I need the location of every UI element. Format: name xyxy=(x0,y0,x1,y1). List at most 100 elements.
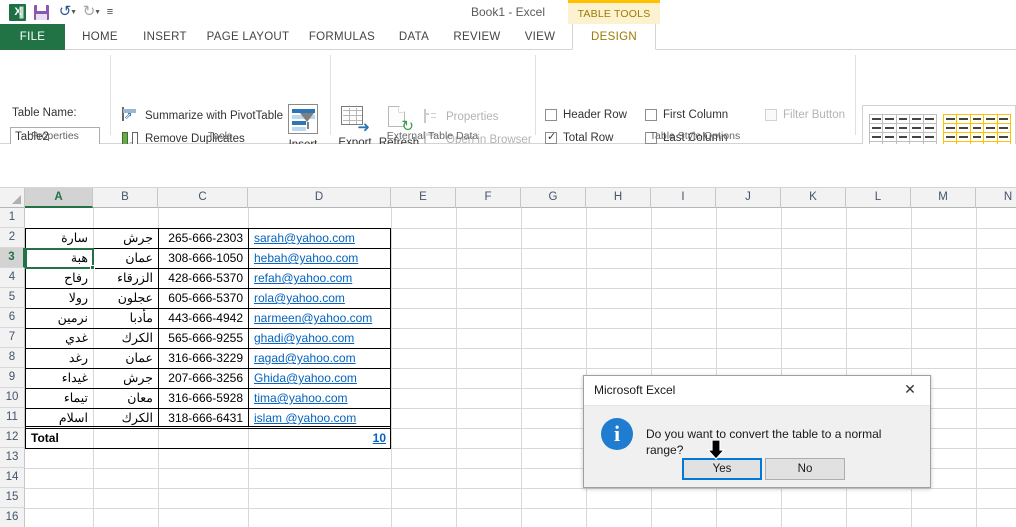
row-header-14[interactable]: 14 xyxy=(0,468,25,488)
checkbox-first-column[interactable]: First Column xyxy=(645,106,728,124)
cell-a7[interactable]: غدي xyxy=(26,329,92,349)
row-header-15[interactable]: 15 xyxy=(0,488,25,508)
formula-bar-area: ⋮ ✕ ✓ fx xyxy=(0,144,1016,317)
group-separator-1 xyxy=(110,55,111,135)
cell-d10[interactable]: tima@yahoo.com xyxy=(250,389,390,409)
column-header-e[interactable]: E xyxy=(391,188,456,208)
cell-b8[interactable]: عمان xyxy=(95,349,157,369)
fill-handle[interactable] xyxy=(90,265,95,270)
cell-c3[interactable]: 308-666-1050 xyxy=(159,249,247,269)
row-header-9[interactable]: 9 xyxy=(0,368,25,388)
cell-b5[interactable]: عجلون xyxy=(95,289,157,309)
column-header-c[interactable]: C xyxy=(158,188,248,208)
cell-c5[interactable]: 605-666-5370 xyxy=(159,289,247,309)
cell-b2[interactable]: جرش xyxy=(95,229,157,249)
cell-d4[interactable]: refah@yahoo.com xyxy=(250,269,390,289)
cell-b9[interactable]: جرش xyxy=(95,369,157,389)
cell-a6[interactable]: نرمين xyxy=(26,309,92,329)
row-header-10[interactable]: 10 xyxy=(0,388,25,408)
cell-b10[interactable]: معان xyxy=(95,389,157,409)
cell-c4[interactable]: 428-666-5370 xyxy=(159,269,247,289)
undo-icon[interactable]: ↺ ▼ xyxy=(54,1,77,23)
cell-b3[interactable]: عمان xyxy=(95,249,157,269)
redo-icon[interactable]: ↻ ▼ xyxy=(78,1,101,23)
cell-a8[interactable]: رغد xyxy=(26,349,92,369)
cell-c8[interactable]: 316-666-3229 xyxy=(159,349,247,369)
tab-file[interactable]: FILE xyxy=(0,24,65,50)
no-button[interactable]: No xyxy=(765,458,845,480)
row-header-4[interactable]: 4 xyxy=(0,268,25,288)
cell-b6[interactable]: مأدبا xyxy=(95,309,157,329)
row-header-3[interactable]: 3 xyxy=(0,248,25,268)
properties-icon xyxy=(424,108,440,125)
tab-page-layout[interactable]: PAGE LAYOUT xyxy=(198,24,298,50)
total-row-label-cell[interactable]: Total xyxy=(27,429,93,449)
cell-d3[interactable]: hebah@yahoo.com xyxy=(250,249,390,269)
row-header-8[interactable]: 8 xyxy=(0,348,25,368)
customize-qat-icon[interactable]: ≡ xyxy=(102,1,118,23)
tab-view[interactable]: VIEW xyxy=(516,24,564,50)
cell-c9[interactable]: 207-666-3256 xyxy=(159,369,247,389)
save-icon[interactable] xyxy=(30,1,52,23)
cell-c2[interactable]: 265-666-2303 xyxy=(159,229,247,249)
tab-home[interactable]: HOME xyxy=(72,24,128,50)
cell-a11[interactable]: اسلام xyxy=(26,409,92,429)
cell-d6[interactable]: narmeen@yahoo.com xyxy=(250,309,392,329)
cell-d8[interactable]: ragad@yahoo.com xyxy=(250,349,390,369)
column-header-j[interactable]: J xyxy=(716,188,781,208)
tab-design[interactable]: DESIGN xyxy=(572,24,656,50)
column-header-i[interactable]: I xyxy=(651,188,716,208)
cell-a3[interactable]: هبة xyxy=(26,249,92,269)
tab-review[interactable]: REVIEW xyxy=(446,24,508,50)
row-header-16[interactable]: 16 xyxy=(0,508,25,527)
row-header-6[interactable]: 6 xyxy=(0,308,25,328)
cell-a5[interactable]: رولا xyxy=(26,289,92,309)
summarize-with-pivottable-button[interactable]: Summarize with PivotTable xyxy=(122,105,283,127)
row-header-7[interactable]: 7 xyxy=(0,328,25,348)
column-header-b[interactable]: B xyxy=(93,188,158,208)
group-label-properties: Properties xyxy=(31,130,79,142)
cell-a9[interactable]: غيداء xyxy=(26,369,92,389)
cell-d7[interactable]: ghadi@yahoo.com xyxy=(250,329,390,349)
row-header-5[interactable]: 5 xyxy=(0,288,25,308)
row-header-11[interactable]: 11 xyxy=(0,408,25,428)
cell-b11[interactable]: الكرك xyxy=(95,409,157,429)
row-header-2[interactable]: 2 xyxy=(0,228,25,248)
group-separator-2 xyxy=(330,55,331,135)
cell-a4[interactable]: رفاح xyxy=(26,269,92,289)
cell-a10[interactable]: تيماء xyxy=(26,389,92,409)
row-header-13[interactable]: 13 xyxy=(0,448,25,468)
cell-a2[interactable]: سارة xyxy=(26,229,92,249)
cell-c10[interactable]: 316-666-5928 xyxy=(159,389,247,409)
yes-button[interactable]: Yes xyxy=(682,458,762,480)
column-header-f[interactable]: F xyxy=(456,188,521,208)
total-row-value-cell[interactable]: 10 xyxy=(250,429,389,449)
close-icon[interactable]: ✕ xyxy=(890,376,930,405)
tab-formulas[interactable]: FORMULAS xyxy=(303,24,381,50)
column-header-m[interactable]: M xyxy=(911,188,976,208)
cell-b4[interactable]: الزرقاء xyxy=(95,269,157,289)
checkbox-header-row[interactable]: Header Row xyxy=(545,106,627,124)
cell-c11[interactable]: 318-666-6431 xyxy=(159,409,247,429)
window-title: Book1 - Excel xyxy=(470,5,546,19)
cell-d5[interactable]: rola@yahoo.com xyxy=(250,289,390,309)
select-all-corner[interactable] xyxy=(0,188,25,208)
column-header-k[interactable]: K xyxy=(781,188,846,208)
cell-c7[interactable]: 565-666-9255 xyxy=(159,329,247,349)
cell-d9[interactable]: Ghida@yahoo.com xyxy=(250,369,390,389)
tab-insert[interactable]: INSERT xyxy=(136,24,194,50)
row-header-12[interactable]: 12 xyxy=(0,428,25,448)
cell-d2[interactable]: sarah@yahoo.com xyxy=(250,229,390,249)
tab-data[interactable]: DATA xyxy=(389,24,439,50)
column-header-a[interactable]: A xyxy=(25,188,93,208)
column-header-g[interactable]: G xyxy=(521,188,586,208)
column-header-h[interactable]: H xyxy=(586,188,651,208)
cell-c6[interactable]: 443-666-4942 xyxy=(159,309,247,329)
row-header-1[interactable]: 1 xyxy=(0,208,25,228)
cell-d11[interactable]: islam @yahoo.com xyxy=(250,409,390,429)
pivottable-icon xyxy=(122,106,140,125)
column-header-d[interactable]: D xyxy=(248,188,391,208)
cell-b7[interactable]: الكرك xyxy=(95,329,157,349)
column-header-n[interactable]: N xyxy=(976,188,1016,208)
column-header-l[interactable]: L xyxy=(846,188,911,208)
